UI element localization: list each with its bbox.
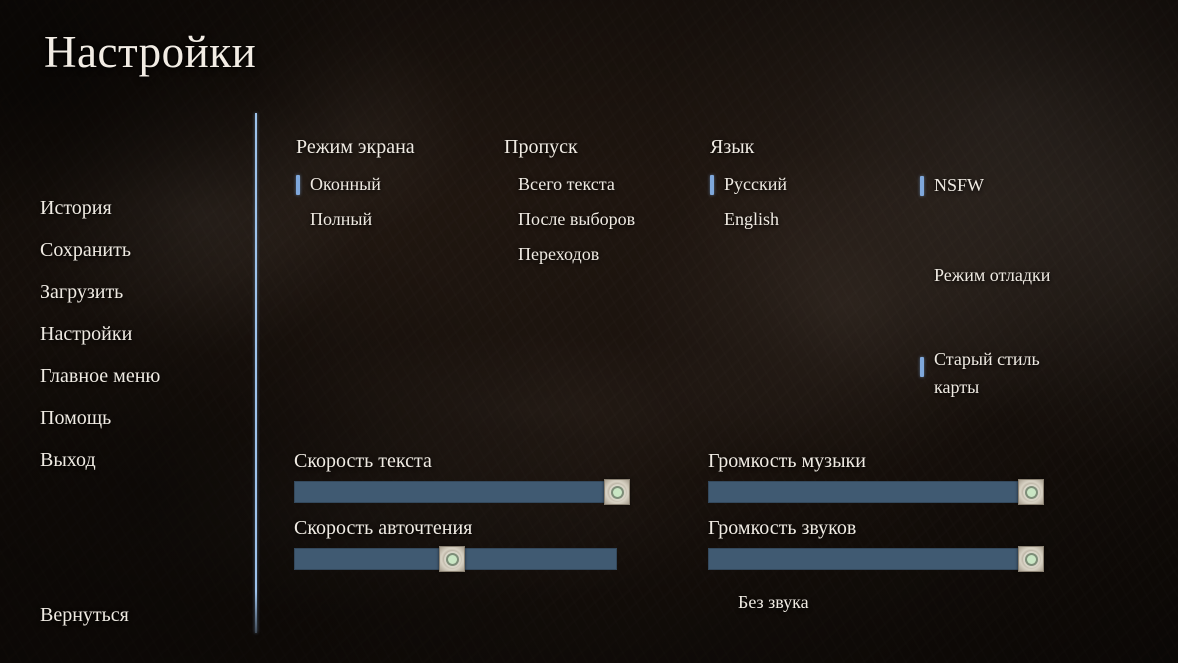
option-label: Оконный [310,174,381,194]
option-debug-mode[interactable]: Режим отладки [920,262,1070,289]
sound-volume-slider-group: Громкость звуков [708,517,1044,572]
option-display-windowed[interactable]: Оконный [296,171,415,198]
option-skip-unseen-text[interactable]: Всего текста [504,171,635,198]
slider-knob[interactable] [1018,546,1044,572]
skip-header: Пропуск [504,136,578,158]
language-group: Язык Русский English [710,136,787,241]
sidebar-item-save[interactable]: Сохранить [40,235,245,266]
selected-marker-icon [710,174,714,195]
selected-marker-icon [296,174,300,195]
skip-group: Пропуск Всего текста После выборов Перех… [504,136,635,276]
option-label: English [724,209,780,229]
slider-knob[interactable] [439,546,466,572]
sound-volume-label: Громкость звуков [708,517,857,539]
sidebar-item-help[interactable]: Помощь [40,403,245,434]
slider-knob[interactable] [1018,479,1044,505]
text-speed-label: Скорость текста [294,450,432,472]
option-label: Полный [310,209,373,229]
option-old-map-style[interactable]: Старый стиль карты [920,343,1070,405]
option-label: Без звука [738,592,809,612]
option-label: Всего текста [518,174,615,194]
sidebar-item-preferences[interactable]: Настройки [40,319,245,350]
auto-forward-slider-group: Скорость авточтения [294,517,617,572]
display-mode-header: Режим экрана [296,136,415,158]
text-speed-slider-group: Скорость текста [294,450,630,505]
option-display-fullscreen[interactable]: Полный [296,206,415,233]
selected-marker-icon [920,175,924,196]
option-skip-transitions[interactable]: Переходов [504,241,635,268]
option-language-russian[interactable]: Русский [710,171,787,198]
auto-forward-slider[interactable] [294,546,617,572]
sidebar-item-load[interactable]: Загрузить [40,277,245,308]
option-label: Режим отладки [934,265,1051,285]
option-mute-all[interactable]: Без звука [724,589,809,616]
vertical-divider [255,113,257,633]
selected-marker-icon [920,357,924,377]
language-header: Язык [710,136,755,158]
return-button[interactable]: Вернуться [40,604,129,627]
option-label: NSFW [934,175,985,195]
settings-screen: Настройки История Сохранить Загрузить На… [0,0,1178,663]
extras-group: NSFW Режим отладки Старый стиль карты [920,172,1070,413]
display-mode-group: Режим экрана Оконный Полный [296,136,415,241]
sidebar-navigation: История Сохранить Загрузить Настройки Гл… [40,193,245,487]
option-skip-after-choices[interactable]: После выборов [504,206,635,233]
music-volume-slider-group: Громкость музыки [708,450,1044,505]
sidebar-item-main-menu[interactable]: Главное меню [40,361,245,392]
music-volume-label: Громкость музыки [708,450,866,472]
sidebar-item-quit[interactable]: Выход [40,445,245,476]
option-label: Переходов [518,244,600,264]
sidebar-item-history[interactable]: История [40,193,245,224]
music-volume-slider[interactable] [708,479,1044,505]
sound-volume-slider[interactable] [708,546,1044,572]
option-label: Старый стиль карты [934,349,1040,397]
option-nsfw[interactable]: NSFW [920,172,1070,199]
slider-knob[interactable] [604,479,630,505]
option-language-english[interactable]: English [710,206,787,233]
option-label: После выборов [518,209,636,229]
page-title: Настройки [44,27,257,77]
auto-forward-label: Скорость авточтения [294,517,473,539]
text-speed-slider[interactable] [294,479,630,505]
option-label: Русский [724,174,787,194]
